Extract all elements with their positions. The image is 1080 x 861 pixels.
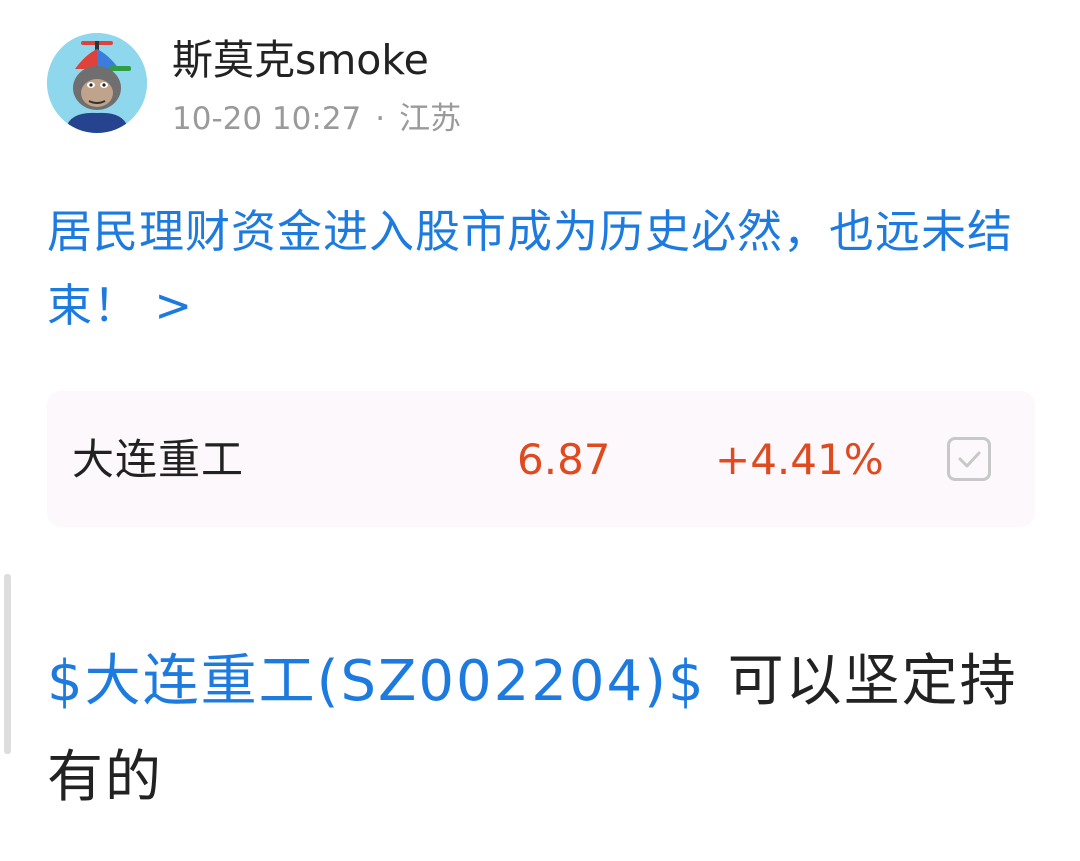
post-meta: 10-20 10:27 · 江苏 — [172, 98, 461, 140]
author-name[interactable]: 斯莫克smoke — [172, 35, 429, 85]
stock-tag-link[interactable]: $大连重工(SZ002204)$ — [47, 649, 706, 714]
check-icon — [958, 451, 981, 468]
avatar[interactable] — [47, 33, 147, 133]
post-content: $大连重工(SZ002204)$ 可以坚定持有的 — [47, 634, 1047, 826]
ape-avatar-icon — [47, 33, 147, 133]
stock-name: 大连重工 — [72, 435, 245, 484]
stock-price: 6.87 — [517, 435, 611, 484]
article-link[interactable]: 居民理财资金进入股市成为历史必然，也远未结束！ > — [47, 195, 1042, 343]
meta-separator: · — [375, 101, 386, 137]
watchlist-checkbox[interactable] — [947, 437, 991, 481]
scroll-indicator — [4, 574, 11, 754]
chevron-right-icon: > — [154, 279, 194, 332]
stock-quote-card[interactable]: 大连重工 6.87 +4.41% — [47, 391, 1035, 527]
post-timestamp: 10-20 10:27 — [172, 101, 362, 137]
stock-change-percent: +4.41% — [715, 435, 884, 484]
post-location: 江苏 — [399, 101, 462, 137]
